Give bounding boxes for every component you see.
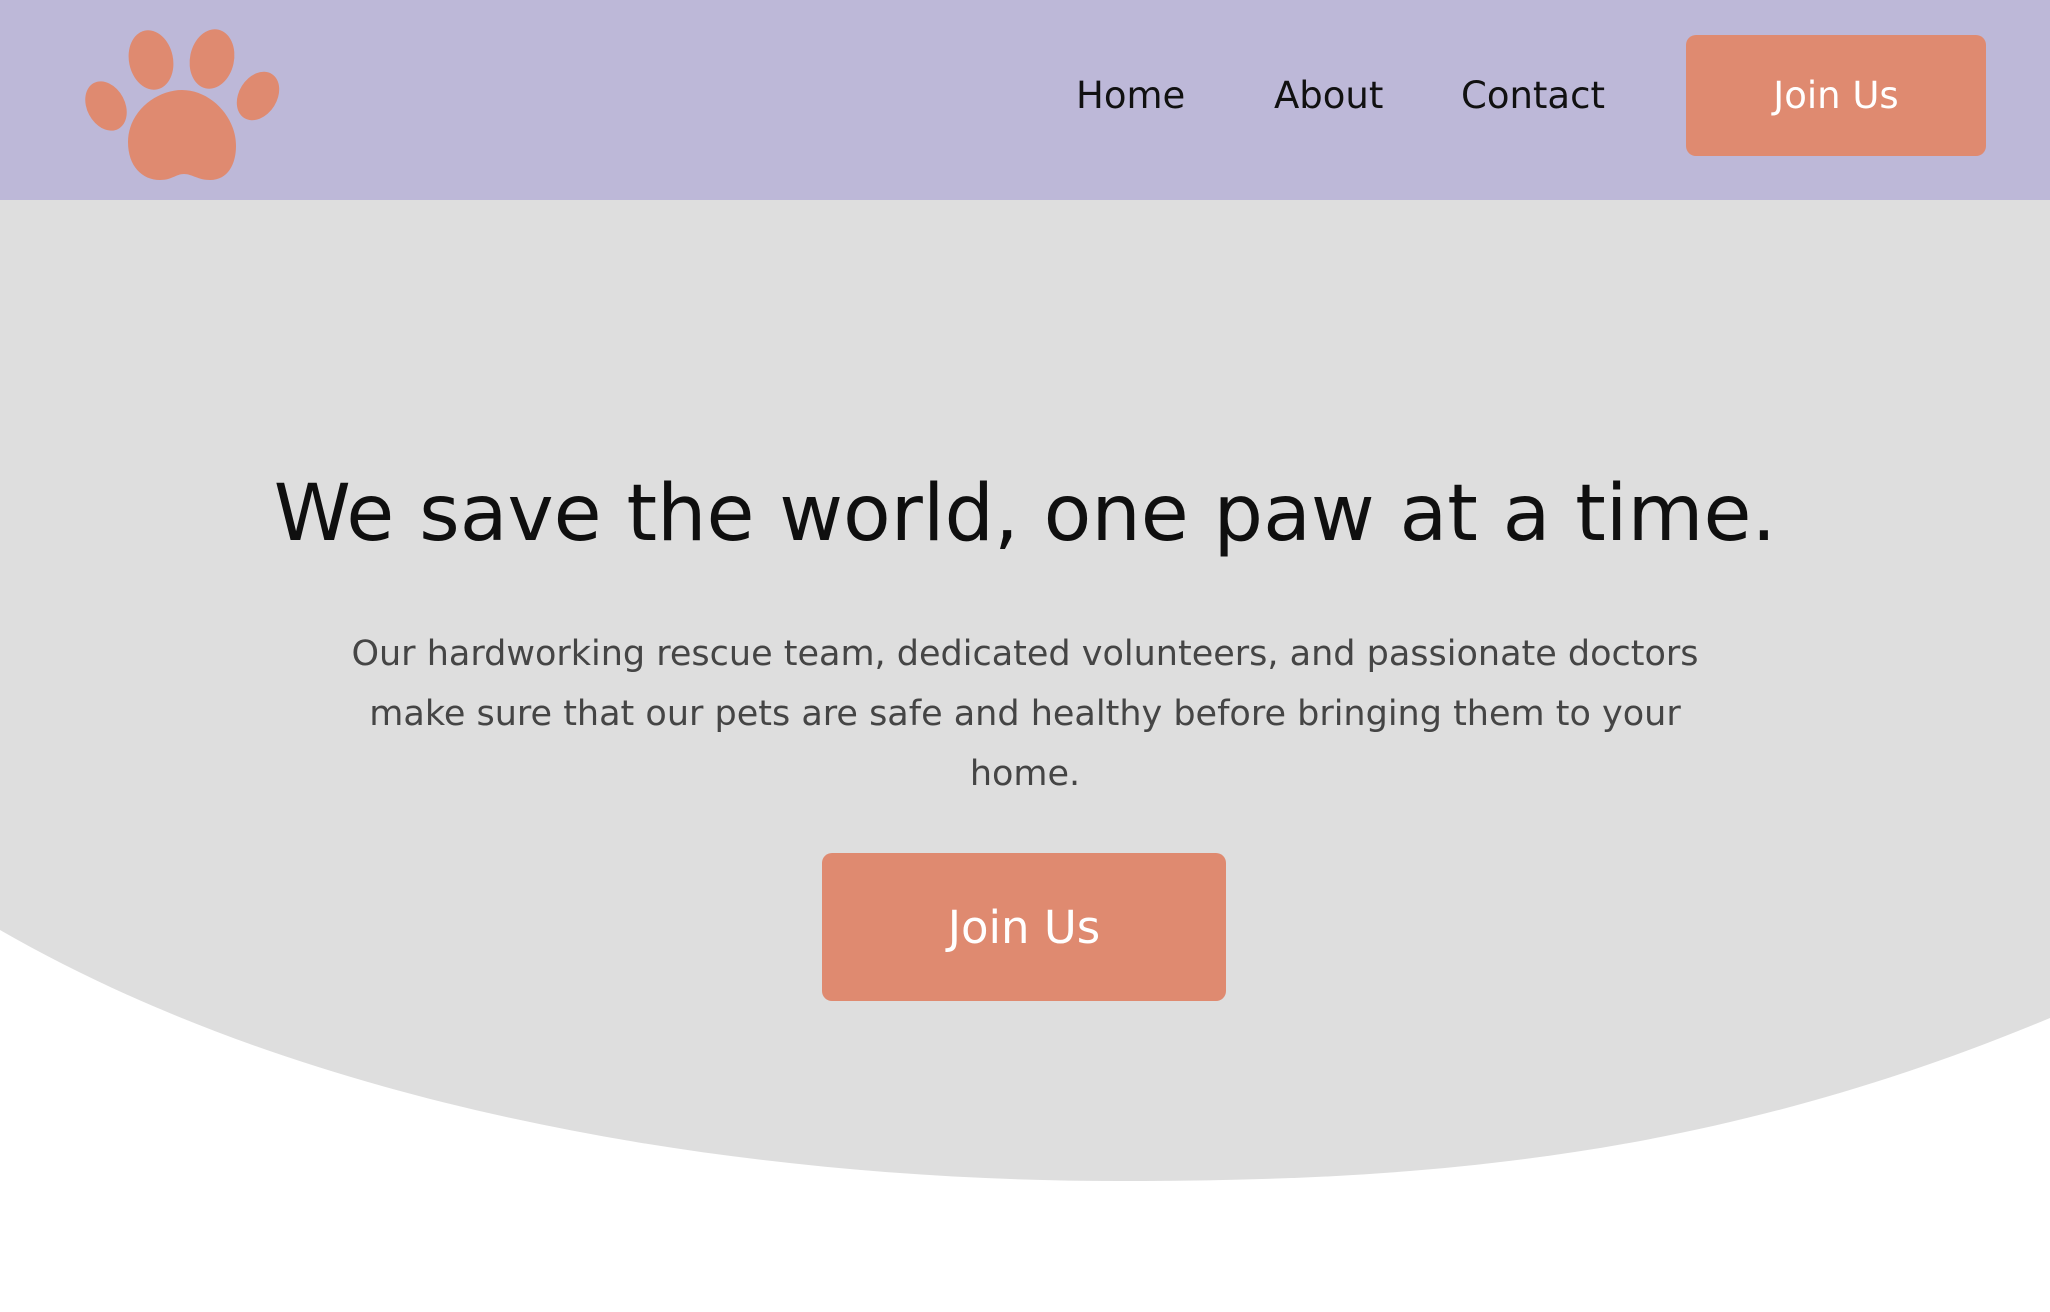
nav-contact-link[interactable]: Contact: [1461, 70, 1605, 122]
header: Home About Contact Join Us: [0, 0, 2050, 200]
paw-print-icon[interactable]: [84, 24, 280, 184]
hero-join-us-button[interactable]: Join Us: [822, 853, 1226, 1001]
hero-description: Our hardworking rescue team, dedicated v…: [351, 634, 1699, 794]
hero-title: We save the world, one paw at a time.: [273, 469, 1777, 559]
header-join-us-button[interactable]: Join Us: [1686, 35, 1986, 156]
landing-page: Home About Contact Join Us We save the w…: [0, 0, 2050, 1312]
nav-about-link[interactable]: About: [1274, 70, 1383, 122]
nav-home-link[interactable]: Home: [1076, 70, 1185, 122]
